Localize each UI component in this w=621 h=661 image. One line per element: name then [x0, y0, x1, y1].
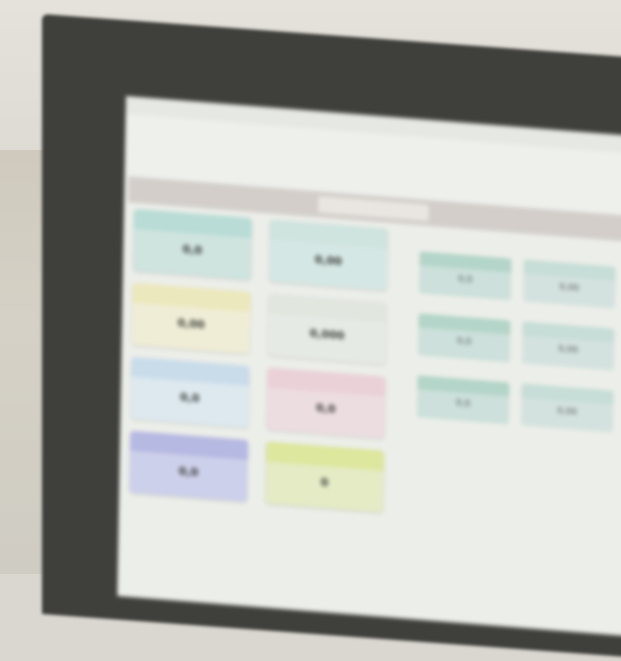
tile-1[interactable]: 0,0 [132, 208, 253, 281]
side-tile-3-value: 0,0 [456, 336, 472, 348]
side-tile-2[interactable]: 0,00 [522, 259, 616, 309]
side-tile-3[interactable]: 0,0 [417, 313, 511, 363]
tile-6-header [267, 367, 386, 397]
side-tile-5[interactable]: 0,0 [416, 375, 510, 425]
side-tile-4-value: 0,00 [558, 344, 579, 356]
tile-8[interactable]: 0 [265, 441, 385, 513]
tile-8-value: 0 [320, 475, 329, 490]
tile-7-header [129, 430, 249, 461]
side-tile-4-header [522, 321, 615, 343]
tile-5-value: 0,0 [179, 390, 200, 406]
tile-3-value: 0,00 [177, 316, 205, 332]
toolbar-field[interactable] [318, 196, 429, 221]
tile-5[interactable]: 0,0 [130, 356, 250, 429]
side-tile-4[interactable]: 0,00 [521, 321, 615, 371]
tile-4-value: 0,000 [309, 326, 345, 343]
tile-8-header [265, 441, 385, 471]
tile-2-value: 0,00 [314, 253, 343, 269]
side-tile-3-header [418, 313, 511, 335]
tile-1-header [133, 208, 253, 239]
tile-6-value: 0,0 [315, 401, 336, 416]
tile-4-header [268, 293, 387, 323]
side-tile-2-value: 0,00 [559, 282, 580, 294]
side-tile-1-value: 0,0 [458, 274, 473, 286]
tile-2[interactable]: 0,00 [268, 219, 389, 291]
tile-6[interactable]: 0,0 [266, 367, 386, 439]
side-tile-6-value: 0,00 [556, 406, 578, 418]
tile-7-value: 0,0 [178, 464, 199, 480]
side-tile-6-header [521, 383, 614, 405]
side-tile-5-header [417, 375, 510, 397]
side-tile-6[interactable]: 0,00 [520, 383, 614, 433]
tile-3-header [132, 282, 251, 313]
side-tile-5-value: 0,0 [455, 398, 471, 410]
tile-7[interactable]: 0,0 [129, 430, 249, 503]
tile-4[interactable]: 0,000 [267, 293, 387, 365]
side-tile-1-header [419, 251, 512, 273]
tile-1-value: 0,0 [182, 242, 203, 258]
side-tile-1[interactable]: 0,0 [418, 251, 512, 301]
tile-3[interactable]: 0,00 [131, 282, 251, 355]
monitor-screen: 0,0 0,00 0,0 0,0 0,00 0,000 0,0 0 0,0 0,… [117, 96, 621, 637]
tile-5-header [131, 356, 250, 387]
tile-2-header [269, 219, 389, 249]
side-tile-2-header [523, 259, 616, 281]
